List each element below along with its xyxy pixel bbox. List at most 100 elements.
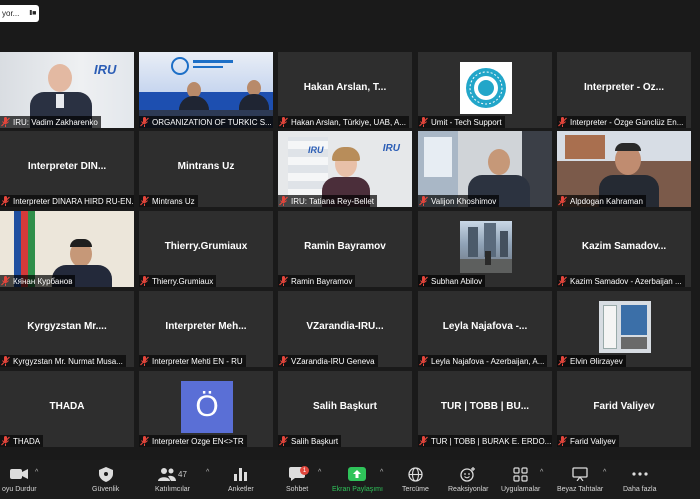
participant-tile[interactable]: Ö Interpreter Ozge EN<>TR — [139, 371, 273, 447]
participant-display-name: Farid Valiyev — [593, 401, 655, 412]
participant-tile[interactable]: TUR | TOBB | BU... TUR | TOBB | BURAK E. … — [418, 371, 552, 447]
participant-tile[interactable]: Alpdogan Kahraman — [557, 131, 691, 207]
participant-tile[interactable]: Subhan Abilov — [418, 211, 552, 287]
participant-tile[interactable]: Leyla Najafova -... Leyla Najafova - Azer… — [418, 291, 552, 367]
participant-display-name: Mintrans Uz — [177, 161, 235, 172]
share-screen-button[interactable]: Ekran Paylaşımı — [332, 464, 383, 493]
participant-tile[interactable]: Kazim Samadov... Kazim Samadov - Azerbaij… — [557, 211, 691, 287]
participant-name-label: Elvin Əlirzayev — [557, 355, 626, 367]
apps-label: Uygulamalar — [501, 486, 541, 493]
participant-tile[interactable]: Interpreter Meh... Interpreter Mehti EN -… — [139, 291, 273, 367]
reactions-label: Reaksiyonlar — [448, 486, 489, 493]
whiteboard-caret-icon[interactable]: ^ — [603, 469, 606, 476]
share-caret-icon[interactable]: ^ — [380, 469, 383, 476]
participant-tile[interactable]: Кя̈нан Курбанов — [0, 211, 134, 287]
participant-tile[interactable]: ORGANIZATION OF TURKIC S... — [139, 52, 273, 128]
participant-name: Farid Valiyev — [570, 436, 616, 446]
participant-tile[interactable]: Ramin Bayramov Ramin Bayramov — [278, 211, 412, 287]
stop-video-button[interactable]: oyu Durdur — [2, 464, 37, 493]
participant-tile[interactable]: Interpreter - Öz... Interpreter - Özge Gü… — [557, 52, 691, 128]
more-button[interactable]: Daha fazla — [623, 464, 656, 493]
more-dots-icon — [632, 464, 648, 484]
participant-name: Interpreter Ozge EN<>TR — [152, 436, 244, 446]
muted-mic-icon — [558, 436, 567, 446]
participant-name-label: Kazim Samadov - Azerbaijan ... — [557, 275, 685, 287]
participant-tile[interactable]: Thierry.Grumiaux Thierry.Grumiaux — [139, 211, 273, 287]
participant-name: Kyrgyzstan Mr. Nurmat Musa... — [13, 356, 123, 366]
whiteboard-button[interactable]: Beyaz Tahtalar — [557, 464, 603, 493]
participant-tile[interactable]: Kyrgyzstan Mr.... Kyrgyzstan Mr. Nurmat M… — [0, 291, 134, 367]
participant-name: Kazim Samadov - Azerbaijan ... — [570, 276, 682, 286]
muted-mic-icon — [140, 276, 149, 286]
polls-button[interactable]: Anketler — [228, 464, 254, 493]
participant-name: Ramin Bayramov — [291, 276, 353, 286]
participant-name-label: Interpreter Mehti EN - RU — [139, 355, 246, 367]
reactions-button[interactable]: Reaksiyonlar — [448, 464, 488, 493]
participant-tile[interactable]: Valijon Khoshimov — [418, 131, 552, 207]
participant-name: Interpreter - Özge Günclüz En... — [570, 117, 684, 127]
muted-mic-icon — [279, 436, 288, 446]
pause-icon[interactable]: II ■ — [29, 10, 36, 17]
participant-name-label: Кя̈нан Курбанов — [0, 275, 76, 287]
participant-name: Interpreter DINARA HIRD RU-EN... — [13, 196, 134, 206]
muted-mic-icon — [558, 117, 567, 127]
participant-tile[interactable]: Farid Valiyev Farid Valiyev — [557, 371, 691, 447]
participant-name-label: Interpreter - Özge Günclüz En... — [557, 116, 687, 128]
avatar: Ö — [181, 381, 233, 433]
security-label: Güvenlik — [92, 486, 120, 493]
chat-caret-icon[interactable]: ^ — [318, 469, 321, 476]
participants-icon: 47 — [158, 464, 187, 484]
muted-mic-icon — [279, 117, 288, 127]
participant-name-label: Kyrgyzstan Mr. Nurmat Musa... — [0, 355, 126, 367]
participants-label: Katılımcılar — [155, 486, 191, 493]
speaker-view-pill[interactable]: yor... II ■ — [0, 5, 40, 22]
muted-mic-icon — [419, 436, 428, 446]
participant-tile[interactable]: Salih Başkurt Salih Başkurt — [278, 371, 412, 447]
participant-name: VZarandia-IRU Geneva — [291, 356, 375, 366]
participant-tile[interactable]: Interpreter DIN... Interpreter DINARA HIR… — [0, 131, 134, 207]
participant-name-label: IRU: Vadim Zakharenko — [0, 116, 101, 128]
muted-mic-icon — [1, 276, 10, 286]
participant-name: Hakan Arslan, Türkiye, UAB, A... — [291, 117, 407, 127]
participants-button[interactable]: 47 Katılımcılar — [155, 464, 190, 493]
participant-tile[interactable]: Umit - Tech Support — [418, 52, 552, 128]
participant-name-label: Alpdogan Kahraman — [557, 195, 646, 207]
translation-label: Tercüme — [402, 486, 429, 493]
participant-name: IRU: Vadim Zakharenko — [13, 117, 98, 127]
participant-tile[interactable]: VZarandia-IRU... VZarandia-IRU Geneva — [278, 291, 412, 367]
participant-name-label: THADA — [0, 435, 44, 447]
participant-tile[interactable]: Mintrans Uz Mintrans Uz — [139, 131, 273, 207]
share-screen-icon — [348, 464, 367, 484]
participant-tile[interactable]: Elvin Əlirzayev — [557, 291, 691, 367]
video-options-caret-icon[interactable]: ^ — [35, 469, 38, 476]
participant-tile[interactable]: IRU IRU IRU: Tatiana Rey-Bellet — [278, 131, 412, 207]
security-button[interactable]: Güvenlik — [92, 464, 119, 493]
muted-mic-icon — [279, 356, 288, 366]
participant-display-name: VZarandia-IRU... — [306, 321, 384, 332]
participant-name: THADA — [13, 436, 41, 446]
participant-name-label: Interpreter Ozge EN<>TR — [139, 435, 247, 447]
participant-name-label: Farid Valiyev — [557, 435, 619, 447]
muted-mic-icon — [1, 436, 10, 446]
muted-mic-icon — [279, 276, 288, 286]
participant-name-label: IRU: Tatiana Rey-Bellet — [278, 195, 377, 207]
muted-mic-icon — [140, 436, 149, 446]
participant-name-label: Ramin Bayramov — [278, 275, 356, 287]
participant-name: Umit - Tech Support — [431, 117, 502, 127]
participant-display-name: Kyrgyzstan Mr.... — [27, 321, 107, 332]
globe-icon — [408, 464, 423, 484]
translation-button[interactable]: Tercüme — [402, 464, 429, 493]
polls-label: Anketler — [228, 486, 254, 493]
participant-name-label: Leyla Najafova - Azerbaijan, A... — [418, 355, 548, 367]
apps-button[interactable]: Uygulamalar — [501, 464, 540, 493]
emoji-add-icon — [460, 464, 476, 484]
apps-caret-icon[interactable]: ^ — [540, 469, 543, 476]
participant-name: Interpreter Mehti EN - RU — [152, 356, 243, 366]
participants-caret-icon[interactable]: ^ — [206, 469, 209, 476]
participant-name-label: TUR | TOBB | BURAK E. ERDO... — [418, 435, 552, 447]
participant-tile[interactable]: THADA THADA — [0, 371, 134, 447]
participant-display-name: Leyla Najafova -... — [442, 321, 528, 332]
participant-tile[interactable]: IRU IRU: Vadim Zakharenko — [0, 52, 134, 128]
muted-mic-icon — [419, 117, 428, 127]
participant-tile[interactable]: Hakan Arslan, T... Hakan Arslan, Türkiye,… — [278, 52, 412, 128]
